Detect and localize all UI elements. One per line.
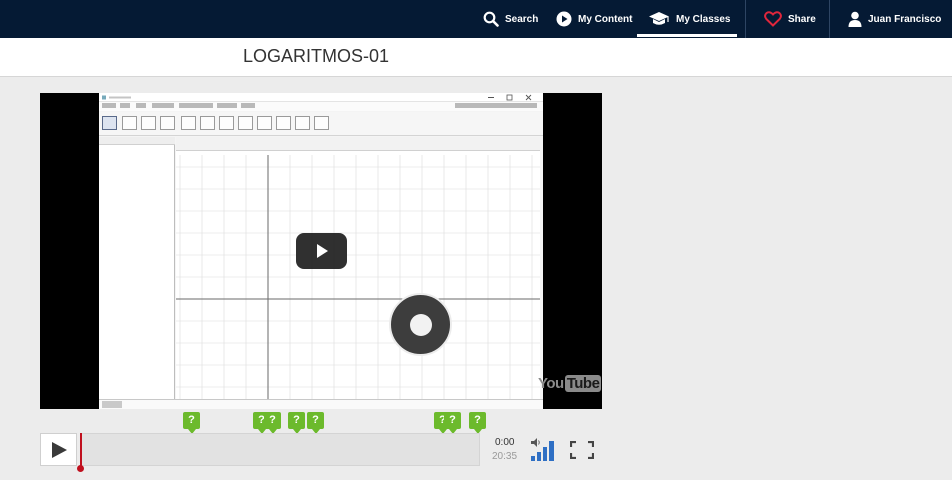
nav-user-label: Juan Francisco (868, 13, 942, 25)
total-time: 20:35 (492, 451, 518, 462)
video-tool (295, 116, 310, 130)
coordinate-grid (176, 155, 540, 399)
interaction-marker[interactable]: ? (183, 412, 200, 434)
progress-track[interactable] (80, 433, 480, 466)
menu-item-placeholder (179, 103, 213, 108)
user-icon (848, 11, 862, 27)
nav-divider (829, 0, 830, 38)
youtube-logo-you: You (538, 375, 564, 392)
video-player[interactable]: You Tube (40, 93, 602, 409)
play-circle-icon (556, 11, 572, 27)
video-tool (219, 116, 234, 130)
video-radial-menu (389, 293, 452, 356)
menu-item-placeholder (152, 103, 174, 108)
video-play-overlay-button[interactable] (296, 233, 347, 269)
heart-icon (764, 11, 782, 27)
menu-item-placeholder (455, 103, 537, 108)
nav-my-classes[interactable]: My Classes (648, 0, 730, 38)
top-navigation: Search My Content My Classes Share Juan … (0, 0, 952, 38)
video-tool (181, 116, 196, 130)
nav-user-menu[interactable]: Juan Francisco (848, 0, 941, 38)
video-tool-pointer (102, 116, 117, 130)
menu-item-placeholder (120, 103, 130, 108)
nav-divider (745, 0, 746, 38)
video-window-titlebar (99, 93, 543, 102)
progress-scrubber-line[interactable] (80, 433, 82, 469)
video-tool (122, 116, 137, 130)
youtube-logo-tube: Tube (564, 375, 602, 392)
nav-search[interactable]: Search (483, 0, 538, 38)
interaction-marker[interactable]: ? (444, 412, 461, 434)
video-algebra-panel (99, 137, 175, 399)
menu-item-placeholder (241, 103, 255, 108)
volume-icon (531, 438, 554, 461)
interaction-marker[interactable]: ? (264, 412, 281, 434)
video-tool (238, 116, 253, 130)
page-title: LOGARITMOS-01 (243, 46, 390, 66)
nav-my-content[interactable]: My Content (556, 0, 632, 38)
nav-active-indicator (637, 34, 737, 37)
youtube-logo: You Tube (538, 375, 602, 392)
video-toolbar (99, 112, 543, 136)
interaction-marker[interactable]: ? (288, 412, 305, 434)
progress-scrubber-handle[interactable] (77, 465, 84, 472)
video-tool (314, 116, 329, 130)
video-input-label (102, 401, 122, 408)
nav-share[interactable]: Share (764, 0, 816, 38)
video-tool (200, 116, 215, 130)
nav-my-classes-label: My Classes (676, 13, 731, 25)
current-time: 0:00 (495, 437, 515, 448)
interaction-marker[interactable]: ? (307, 412, 324, 434)
volume-button[interactable] (530, 436, 558, 462)
video-tool (160, 116, 175, 130)
play-icon (51, 441, 67, 458)
nav-share-label: Share (788, 13, 816, 25)
video-radial-center (410, 314, 432, 336)
video-tool (276, 116, 291, 130)
video-tool (257, 116, 272, 130)
video-tool (141, 116, 156, 130)
title-bar: LOGARITMOS-01 (0, 38, 952, 77)
interaction-marker[interactable]: ? (469, 412, 486, 434)
play-button[interactable] (40, 433, 77, 466)
video-algebra-header (99, 137, 175, 145)
fullscreen-button[interactable] (569, 440, 595, 460)
menu-item-placeholder (217, 103, 237, 108)
nav-my-content-label: My Content (578, 13, 633, 25)
play-icon (316, 244, 328, 258)
nav-search-label: Search (505, 13, 539, 25)
search-icon (483, 11, 499, 27)
menu-item-placeholder (136, 103, 146, 108)
fullscreen-icon (569, 440, 595, 460)
video-input-bar (99, 399, 543, 409)
video-menu-bar (99, 102, 543, 111)
menu-item-placeholder (102, 103, 116, 108)
graduation-cap-icon (648, 11, 670, 27)
video-graphics-panel (176, 137, 540, 399)
